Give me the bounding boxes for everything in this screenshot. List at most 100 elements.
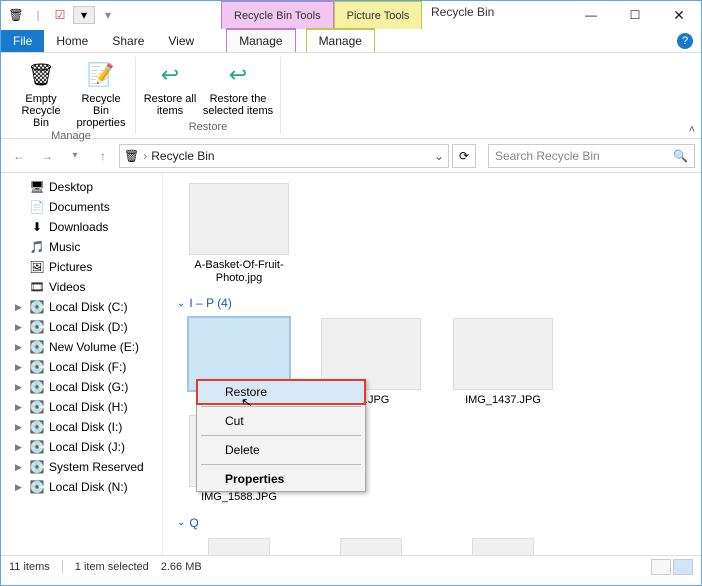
expand-icon[interactable]: ▶ (15, 462, 25, 473)
group-header-ip[interactable]: ⌄I – P (4) (177, 296, 691, 310)
qat-customize-icon[interactable]: ▾ (99, 6, 117, 24)
sidebar-item[interactable]: ▶💽Local Disk (H:) (1, 397, 162, 417)
file-item[interactable]: Screenshot_2019-06-13-22-56-05.png (311, 538, 431, 555)
minimize-button[interactable]: — (569, 1, 613, 29)
expand-icon[interactable]: ▶ (15, 382, 25, 393)
help-icon[interactable]: ? (677, 33, 693, 49)
qat-dropdown-icon[interactable]: ▾ (73, 6, 95, 24)
recycle-bin-properties-button[interactable]: 📝 Recycle Bin properties (73, 57, 129, 129)
details-view-button[interactable] (651, 559, 671, 575)
expand-icon[interactable]: ▶ (15, 442, 25, 453)
qat-properties-icon[interactable]: ☑ (51, 6, 69, 24)
sidebar-item[interactable]: ▶💽Local Disk (F:) (1, 357, 162, 377)
contextual-header-picture: Picture Tools (334, 1, 423, 29)
trash-icon: 🗑 (25, 59, 57, 91)
tab-manage-picture[interactable]: Manage (306, 28, 375, 52)
sidebar-item-label: Videos (49, 280, 85, 294)
up-button[interactable]: ↑ (91, 144, 115, 168)
expand-icon[interactable]: ▶ (15, 362, 25, 373)
sidebar-item[interactable]: 📄Documents (1, 197, 162, 217)
back-button[interactable]: ← (7, 144, 31, 168)
status-bar: 11 items 1 item selected 2.66 MB (1, 555, 701, 577)
thumbnail-image (189, 183, 289, 255)
recycle-bin-icon: 🗑 (124, 149, 139, 163)
status-item-count: 11 items (9, 561, 50, 573)
status-selection-size: 2.66 MB (161, 561, 202, 573)
expand-icon[interactable]: ▶ (15, 342, 25, 353)
sidebar-item[interactable]: ▶💽New Volume (E:) (1, 337, 162, 357)
ribbon-label: Restore all items (142, 93, 198, 117)
sidebar-item[interactable]: ▶💽Local Disk (J:) (1, 437, 162, 457)
expand-icon[interactable]: ▶ (15, 402, 25, 413)
folder-icon: 💽 (29, 419, 45, 435)
thumbnails-view-button[interactable] (673, 559, 693, 575)
quick-access-toolbar: 🗑 | ☑ ▾ ▾ (1, 6, 117, 24)
refresh-button[interactable]: ⟳ (452, 144, 476, 168)
restore-selected-button[interactable]: ↩ Restore the selected items (202, 57, 274, 120)
context-menu-delete[interactable]: Delete (197, 438, 365, 462)
context-menu-properties[interactable]: Properties (197, 467, 365, 491)
window-controls: — ☐ ✕ (569, 1, 701, 29)
tab-manage-recycle[interactable]: Manage (226, 28, 295, 52)
tab-share[interactable]: Share (100, 30, 156, 52)
file-name-label: IMG_1588.JPG (184, 491, 294, 504)
tab-home[interactable]: Home (44, 30, 100, 52)
sidebar-item[interactable]: ▶💽Local Disk (I:) (1, 417, 162, 437)
context-menu-separator (201, 464, 361, 465)
sidebar-item[interactable]: ▶💽Local Disk (N:) (1, 477, 162, 497)
search-input[interactable]: Search Recycle Bin 🔍 (488, 144, 695, 168)
sidebar-item-label: Downloads (49, 220, 108, 234)
folder-icon: 🎵 (29, 239, 45, 255)
forward-button[interactable]: → (35, 144, 59, 168)
navigation-pane[interactable]: 🖥Desktop📄Documents⬇Downloads🎵Music🖼Pictu… (1, 173, 163, 555)
thumbnail-image (208, 538, 270, 555)
empty-recycle-bin-button[interactable]: 🗑 Empty Recycle Bin (13, 57, 69, 129)
breadcrumb-chevron-icon[interactable]: › (143, 149, 147, 163)
maximize-button[interactable]: ☐ (613, 1, 657, 29)
sidebar-item[interactable]: 🎵Music (1, 237, 162, 257)
expand-icon[interactable]: ▶ (15, 302, 25, 313)
status-selection-count: 1 item selected (75, 561, 149, 573)
sidebar-item[interactable]: ▶💽Local Disk (C:) (1, 297, 162, 317)
context-menu-cut[interactable]: Cut (197, 409, 365, 433)
ribbon-group-label: Restore (189, 120, 228, 134)
file-item[interactable]: Screenshot_2019-06-13-22-44-51.png (179, 538, 299, 555)
ribbon: 🗑 Empty Recycle Bin 📝 Recycle Bin proper… (1, 53, 701, 139)
tab-view[interactable]: View (156, 30, 206, 52)
restore-all-button[interactable]: ↩ Restore all items (142, 57, 198, 120)
folder-icon: 💽 (29, 299, 45, 315)
close-button[interactable]: ✕ (657, 1, 701, 29)
sidebar-item[interactable]: 🖼Pictures (1, 257, 162, 277)
address-dropdown-icon[interactable]: ⌄ (434, 149, 444, 163)
sidebar-item-label: Local Disk (D:) (49, 320, 128, 334)
folder-icon: 📄 (29, 199, 45, 215)
expand-icon[interactable]: ▶ (15, 422, 25, 433)
folder-icon: 🖥 (29, 179, 45, 195)
recent-locations-button[interactable]: ▾ (63, 144, 87, 168)
tab-file[interactable]: File (1, 30, 44, 52)
expand-icon[interactable]: ▶ (15, 482, 25, 493)
group-header-q[interactable]: ⌄Q (177, 516, 691, 530)
file-item[interactable]: Screenshot_2019-06-13-22-56-15.png (443, 538, 563, 555)
expand-icon[interactable]: ▶ (15, 322, 25, 333)
sidebar-item[interactable]: ▶💽System Reserved (1, 457, 162, 477)
sidebar-item[interactable]: ▶💽Local Disk (G:) (1, 377, 162, 397)
file-item[interactable]: A-Basket-Of-Fruit-Photo.jpg (179, 183, 299, 284)
ribbon-group-manage: 🗑 Empty Recycle Bin 📝 Recycle Bin proper… (7, 57, 136, 134)
folder-icon: 🖼 (29, 259, 45, 275)
sidebar-item[interactable]: 🖥Desktop (1, 177, 162, 197)
folder-icon: 💽 (29, 379, 45, 395)
context-menu-restore[interactable]: Restore (197, 380, 365, 404)
sidebar-item[interactable]: 🎞Videos (1, 277, 162, 297)
ribbon-collapse-icon[interactable]: ˄ (689, 124, 695, 136)
sidebar-item[interactable]: ▶💽Local Disk (D:) (1, 317, 162, 337)
items-view[interactable]: A-Basket-Of-Fruit-Photo.jpg ⌄I – P (4) 0… (163, 173, 701, 555)
thumbnail-image (472, 538, 534, 555)
sidebar-item-label: Local Disk (H:) (49, 400, 128, 414)
ribbon-tabs: File Home Share View Manage Manage (1, 29, 701, 53)
breadcrumb[interactable]: Recycle Bin (151, 149, 214, 163)
app-icon: 🗑 (7, 6, 25, 24)
address-bar[interactable]: 🗑 › Recycle Bin ⌄ (119, 144, 449, 168)
sidebar-item[interactable]: ⬇Downloads (1, 217, 162, 237)
file-item[interactable]: IMG_1437.JPG (443, 318, 563, 407)
